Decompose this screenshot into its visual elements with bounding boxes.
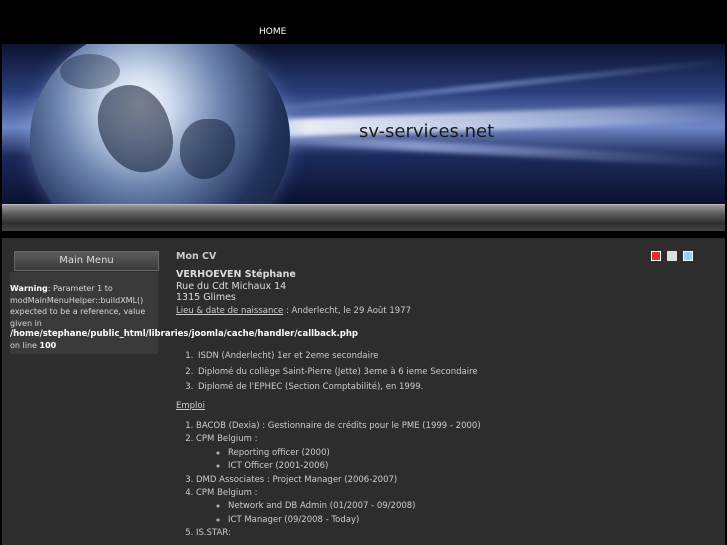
- sub-list: Reporting officer (2000) ICT Officer (20…: [196, 447, 481, 474]
- metal-divider-bar: [2, 204, 725, 231]
- birth-label: Lieu & date de naissance: [176, 306, 284, 316]
- emploi-heading: Emploi: [176, 401, 205, 411]
- birth-info: Lieu & date de naissance : Anderlecht, l…: [176, 306, 411, 316]
- email-icon[interactable]: [683, 251, 693, 261]
- sub-list-item: ICT Manager (09/2008 - Today): [228, 514, 481, 527]
- job-label: DMD Associates : Project Manager (2006-2…: [196, 474, 398, 485]
- education-list: ISDN (Anderlecht) 1er et 2eme secondaire…: [196, 349, 478, 396]
- page-title: Mon CV: [176, 251, 217, 262]
- list-item: CPM Belgium : Network and DB Admin (01/2…: [196, 487, 481, 527]
- birth-value: : Anderlecht, le 29 Août 1977: [283, 306, 411, 316]
- list-item: Diplomé de l'EPHEC (Section Comptabilité…: [196, 380, 478, 396]
- sub-list-item: Network and DB Admin (01/2007 - 09/2008): [228, 500, 481, 513]
- globe-land: [180, 119, 235, 179]
- print-icon[interactable]: [667, 251, 677, 261]
- list-item: ISDN (Anderlecht) 1er et 2eme secondaire: [196, 349, 478, 365]
- warning-label: Warning: [10, 284, 48, 293]
- list-item: BACOB (Dexia) : Gestionnaire de crédits …: [196, 420, 481, 433]
- site-title: sv-services.net: [359, 121, 495, 142]
- job-label: CPM Belgium :: [196, 488, 258, 499]
- warning-line-number: 100: [39, 341, 57, 350]
- warning-line-prefix: on line: [10, 341, 37, 350]
- sub-list-item: ICT Officer (2001-2006): [228, 460, 481, 473]
- person-name: VERHOEVEN Stéphane: [176, 269, 296, 280]
- globe-image: [30, 44, 290, 204]
- warning-line-info: on line 100: [10, 341, 56, 350]
- list-item: IS.STAR:: [196, 527, 481, 540]
- list-item: Diplomé du collège Saint-Pierre (Jette) …: [196, 365, 478, 381]
- job-label: BACOB (Dexia) : Gestionnaire de crédits …: [196, 421, 481, 431]
- top-navigation: HOME: [0, 0, 727, 44]
- pdf-icon[interactable]: [651, 251, 661, 261]
- warning-file-path: /home/stephane/public_html/libraries/joo…: [10, 329, 358, 339]
- list-item: CPM Belgium : Reporting officer (2000) I…: [196, 433, 481, 473]
- person-details: VERHOEVEN Stéphane Rue du Cdt Michaux 14…: [176, 269, 296, 304]
- list-item: DMD Associates : Project Manager (2006-2…: [196, 474, 481, 487]
- jobs-list: BACOB (Dexia) : Gestionnaire de crédits …: [196, 420, 481, 541]
- sub-list: Network and DB Admin (01/2007 - 09/2008)…: [196, 500, 481, 527]
- main-menu-header: Main Menu: [14, 251, 159, 271]
- sub-list-item: Reporting officer (2000): [228, 447, 481, 460]
- globe-land: [60, 54, 120, 89]
- nav-home-link[interactable]: HOME: [259, 27, 286, 37]
- address-line-1: Rue du Cdt Michaux 14: [176, 280, 287, 292]
- job-label: IS.STAR:: [196, 528, 231, 539]
- address-line-2: 1315 Glimes: [176, 292, 236, 303]
- header-banner: sv-services.net: [2, 44, 725, 204]
- job-label: CPM Belgium :: [196, 434, 258, 445]
- article-icons: [651, 251, 693, 261]
- globe-land: [89, 76, 181, 182]
